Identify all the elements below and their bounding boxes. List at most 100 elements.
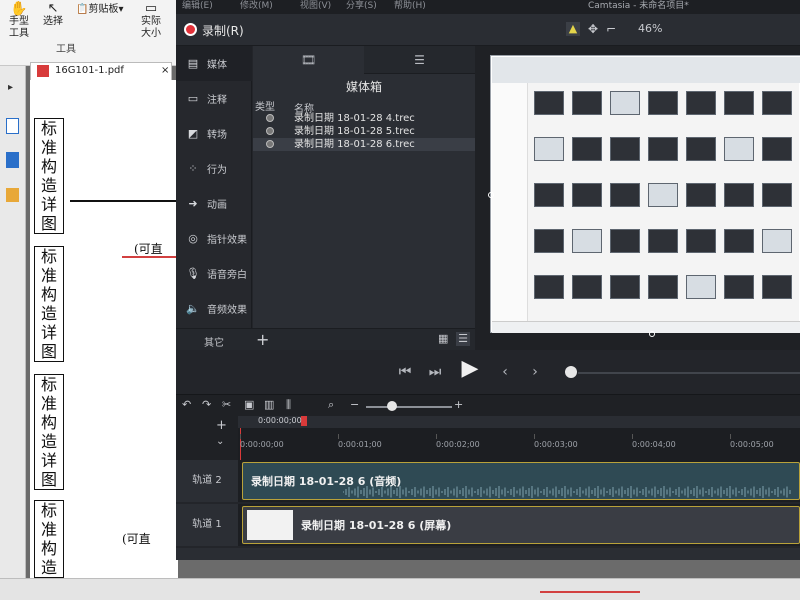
step-forward-icon[interactable]: ⏭ xyxy=(426,362,444,382)
copy-icon[interactable]: ▣ xyxy=(244,398,254,412)
scrubber-track[interactable] xyxy=(578,372,800,374)
hand-tool-label: 手型 工具 xyxy=(9,16,29,39)
grid-view-icon[interactable]: ▦ xyxy=(438,333,450,345)
sidebar-item-label: 媒体 xyxy=(207,60,227,71)
paste-icon[interactable]: ▥ xyxy=(264,398,274,412)
sidebar-item-cursor-effects[interactable]: ◎ 指针效果 xyxy=(176,221,252,256)
window-title: Camtasia - 未命名项目* xyxy=(588,1,689,11)
video-thumbnail xyxy=(610,275,640,299)
ruler-tick xyxy=(338,434,339,439)
zoom-slider-track[interactable] xyxy=(366,406,452,408)
scrubber-knob[interactable] xyxy=(565,366,577,378)
video-thumbnail xyxy=(534,275,564,299)
sidebar-item-transitions[interactable]: ◩ 转场 xyxy=(176,116,252,151)
sidebar-item-animations[interactable]: ➜ 动画 xyxy=(176,186,252,221)
video-thumbnail xyxy=(686,183,716,207)
menu-share[interactable]: 分享(S) xyxy=(346,0,377,12)
sidebar-item-audio-effects[interactable]: 🔈 音频效果 xyxy=(176,291,252,326)
sidebar-item-voice-narration[interactable]: 🎙 语音旁白 xyxy=(176,256,252,291)
menu-view[interactable]: 视图(V) xyxy=(300,0,331,12)
timeline-ruler[interactable]: 0:00:00;00 0:00:00;00 0:00:01;00 0:00:02… xyxy=(238,416,800,460)
media-bin-title: 媒体箱 xyxy=(345,80,382,94)
pdf-label-column-3: 标准构造详图 xyxy=(34,374,64,490)
menu-edit[interactable]: 编辑(E) xyxy=(182,0,213,12)
redo-icon[interactable]: ↷ xyxy=(202,398,211,412)
playhead-marker[interactable] xyxy=(301,416,307,426)
sidebar-item-other[interactable]: 其它 xyxy=(204,334,224,349)
crop-tool-icon[interactable]: ⌐ xyxy=(606,22,616,36)
attachment-icon[interactable] xyxy=(6,188,19,202)
actual-size-button[interactable]: ▭ 实际 大小 xyxy=(138,2,164,40)
list-icon: ☰ xyxy=(414,53,425,67)
previous-icon[interactable]: ‹ xyxy=(498,362,512,382)
zoom-out-icon[interactable]: − xyxy=(350,398,359,412)
zoom-slider-knob[interactable] xyxy=(387,401,397,411)
play-icon[interactable]: ▶ xyxy=(458,358,482,380)
hand-tool-button[interactable]: ✋ 手型 工具 xyxy=(4,2,34,40)
waveform-path xyxy=(343,486,791,498)
select-button[interactable]: ↖ 选择 xyxy=(40,2,66,28)
pan-tool-icon[interactable]: ✥ xyxy=(588,22,598,36)
char: 造 xyxy=(40,176,57,195)
media-item-selected[interactable]: 录制日期 18-01-28 6.trec xyxy=(253,138,475,151)
bookmark-icon[interactable] xyxy=(6,118,19,134)
trec-file-icon xyxy=(266,140,274,148)
collapse-tracks-icon[interactable]: ⌄ xyxy=(216,436,224,447)
sidebar-item-label: 转场 xyxy=(207,130,227,141)
canvas-preview[interactable] xyxy=(475,46,800,350)
split-icon[interactable]: ⫼ xyxy=(286,398,291,412)
next-icon[interactable]: › xyxy=(528,362,542,382)
record-icon xyxy=(184,23,197,36)
pdf-document-tab[interactable]: 16G101-1.pdf × xyxy=(30,62,172,80)
sidebar-item-annotations[interactable]: ▭ 注释 xyxy=(176,81,252,116)
actual-size-label: 实际 大小 xyxy=(141,16,161,39)
tab-media-bin[interactable]: 🎞 xyxy=(253,46,364,74)
add-icon[interactable]: + xyxy=(256,330,269,349)
media-item-name: 录制日期 18-01-28 6.trec xyxy=(294,139,415,150)
clipboard-button[interactable]: 📋剪贴板▾ xyxy=(76,4,132,16)
zoom-in-icon[interactable]: + xyxy=(454,398,463,412)
pages-icon[interactable] xyxy=(6,152,19,168)
playhead-time: 0:00:00;00 xyxy=(258,416,302,425)
char: 构 xyxy=(40,157,57,176)
media-item[interactable]: 录制日期 18-01-28 5.trec xyxy=(253,125,475,138)
menu-help[interactable]: 帮助(H) xyxy=(394,0,426,12)
video-thumbnail xyxy=(572,275,602,299)
track-1-header[interactable]: 轨道 1 xyxy=(176,504,238,546)
sidebar-item-media[interactable]: ▤ 媒体 xyxy=(176,46,252,81)
track-2-header[interactable]: 轨道 2 xyxy=(176,460,238,502)
film-icon: 🎞 xyxy=(300,53,317,67)
list-view-icon[interactable]: ☰ xyxy=(456,332,470,346)
cursor-effect-icon: ◎ xyxy=(188,232,198,245)
video-thumbnail xyxy=(534,137,564,161)
playback-controls: ⏮ ⏭ ▶ ‹ › xyxy=(176,350,800,394)
resize-handle[interactable] xyxy=(488,192,494,198)
timeline-scrollbar[interactable] xyxy=(176,548,800,560)
pdf-label-column-4: 标准构造 xyxy=(34,500,64,578)
column-type-header[interactable]: 类型 xyxy=(255,98,275,113)
video-thumbnail xyxy=(610,137,640,161)
zoom-search-icon[interactable]: ⌕ xyxy=(328,398,334,412)
add-track-icon[interactable]: + xyxy=(216,418,227,433)
media-bin-panel: 🎞 ☰ 媒体箱 类型 名称 录制日期 18-01-28 4.trec 录制日期 … xyxy=(253,46,475,350)
screen-clip[interactable]: 录制日期 18-01-28 6 (屏幕) xyxy=(242,506,800,544)
expand-arrow-icon[interactable]: ▸ xyxy=(8,82,13,93)
close-tab-icon[interactable]: × xyxy=(161,63,169,79)
audio-clip[interactable]: 录制日期 18-01-28 6 (音频) xyxy=(242,462,800,500)
tab-library[interactable]: ☰ xyxy=(364,46,475,74)
sidebar-item-behaviors[interactable]: ⁘ 行为 xyxy=(176,151,252,186)
media-item[interactable]: 录制日期 18-01-28 4.trec xyxy=(253,112,475,125)
rewind-icon[interactable]: ⏮ xyxy=(396,362,414,382)
record-button[interactable]: 录制(R) xyxy=(202,22,244,39)
cut-icon[interactable]: ✂ xyxy=(222,398,231,412)
zoom-level[interactable]: 46% xyxy=(638,22,662,35)
menu-modify[interactable]: 修改(M) xyxy=(240,0,273,12)
drawing-line xyxy=(70,200,180,202)
pdf-file-icon xyxy=(37,65,49,77)
resize-handle[interactable] xyxy=(649,331,655,337)
char: 标 xyxy=(40,375,57,394)
screen: { "pdf": { "ribbon": { "hand_tool": "手型\… xyxy=(0,0,800,600)
pointer-tool-icon[interactable]: ▲ xyxy=(566,22,580,36)
video-thumbnail xyxy=(686,275,716,299)
undo-icon[interactable]: ↶ xyxy=(182,398,191,412)
